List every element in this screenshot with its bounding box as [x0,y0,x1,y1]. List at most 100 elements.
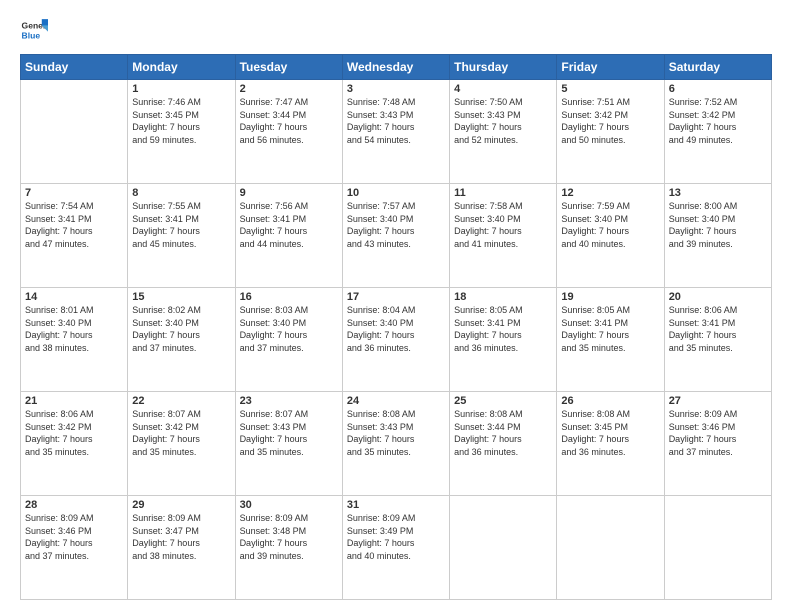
cell-info: Sunrise: 8:09 AMSunset: 3:46 PMDaylight:… [669,408,767,458]
daylight-text2: and 54 minutes. [347,135,411,145]
cell-info: Sunrise: 7:57 AMSunset: 3:40 PMDaylight:… [347,200,445,250]
daylight-text2: and 36 minutes. [561,447,625,457]
sunset-text: Sunset: 3:43 PM [454,110,521,120]
sunset-text: Sunset: 3:44 PM [454,422,521,432]
sunset-text: Sunset: 3:40 PM [240,318,307,328]
sunrise-text: Sunrise: 7:55 AM [132,201,201,211]
daylight-text: Daylight: 7 hours [454,226,522,236]
calendar-cell: 9Sunrise: 7:56 AMSunset: 3:41 PMDaylight… [235,184,342,288]
daylight-text2: and 35 minutes. [240,447,304,457]
daylight-text: Daylight: 7 hours [25,538,93,548]
calendar-cell: 28Sunrise: 8:09 AMSunset: 3:46 PMDayligh… [21,496,128,600]
daylight-text: Daylight: 7 hours [561,226,629,236]
cell-info: Sunrise: 8:06 AMSunset: 3:41 PMDaylight:… [669,304,767,354]
sunrise-text: Sunrise: 8:06 AM [669,305,738,315]
cell-info: Sunrise: 7:52 AMSunset: 3:42 PMDaylight:… [669,96,767,146]
sunrise-text: Sunrise: 7:52 AM [669,97,738,107]
calendar-cell: 30Sunrise: 8:09 AMSunset: 3:48 PMDayligh… [235,496,342,600]
daylight-text2: and 35 minutes. [132,447,196,457]
day-number: 25 [454,395,552,407]
day-number: 16 [240,291,338,303]
day-number: 3 [347,83,445,95]
sunrise-text: Sunrise: 8:09 AM [347,513,416,523]
week-row-1: 7Sunrise: 7:54 AMSunset: 3:41 PMDaylight… [21,184,772,288]
sunset-text: Sunset: 3:42 PM [25,422,92,432]
sunrise-text: Sunrise: 8:09 AM [132,513,201,523]
calendar-cell: 12Sunrise: 7:59 AMSunset: 3:40 PMDayligh… [557,184,664,288]
daylight-text2: and 52 minutes. [454,135,518,145]
sunrise-text: Sunrise: 8:02 AM [132,305,201,315]
daylight-text: Daylight: 7 hours [240,122,308,132]
sunrise-text: Sunrise: 7:56 AM [240,201,309,211]
daylight-text2: and 35 minutes. [25,447,89,457]
day-number: 8 [132,187,230,199]
day-number: 18 [454,291,552,303]
daylight-text: Daylight: 7 hours [240,434,308,444]
sunrise-text: Sunrise: 7:59 AM [561,201,630,211]
daylight-text2: and 37 minutes. [132,343,196,353]
cell-info: Sunrise: 8:07 AMSunset: 3:42 PMDaylight:… [132,408,230,458]
day-number: 1 [132,83,230,95]
day-number: 14 [25,291,123,303]
cell-info: Sunrise: 8:09 AMSunset: 3:48 PMDaylight:… [240,512,338,562]
calendar-cell [21,80,128,184]
cell-info: Sunrise: 7:55 AMSunset: 3:41 PMDaylight:… [132,200,230,250]
calendar-cell [664,496,771,600]
calendar-cell: 16Sunrise: 8:03 AMSunset: 3:40 PMDayligh… [235,288,342,392]
daylight-text2: and 35 minutes. [347,447,411,457]
daylight-text2: and 59 minutes. [132,135,196,145]
daylight-text2: and 41 minutes. [454,239,518,249]
header-tuesday: Tuesday [235,55,342,80]
day-number: 23 [240,395,338,407]
calendar-cell [450,496,557,600]
daylight-text: Daylight: 7 hours [669,122,737,132]
week-row-4: 28Sunrise: 8:09 AMSunset: 3:46 PMDayligh… [21,496,772,600]
sunset-text: Sunset: 3:45 PM [561,422,628,432]
cell-info: Sunrise: 7:50 AMSunset: 3:43 PMDaylight:… [454,96,552,146]
calendar-cell: 27Sunrise: 8:09 AMSunset: 3:46 PMDayligh… [664,392,771,496]
sunset-text: Sunset: 3:48 PM [240,526,307,536]
day-number: 30 [240,499,338,511]
calendar-cell: 17Sunrise: 8:04 AMSunset: 3:40 PMDayligh… [342,288,449,392]
sunset-text: Sunset: 3:41 PM [25,214,92,224]
sunrise-text: Sunrise: 7:48 AM [347,97,416,107]
sunset-text: Sunset: 3:41 PM [240,214,307,224]
daylight-text2: and 37 minutes. [25,551,89,561]
header-monday: Monday [128,55,235,80]
sunset-text: Sunset: 3:42 PM [561,110,628,120]
sunset-text: Sunset: 3:41 PM [454,318,521,328]
sunrise-text: Sunrise: 7:51 AM [561,97,630,107]
cell-info: Sunrise: 8:02 AMSunset: 3:40 PMDaylight:… [132,304,230,354]
cell-info: Sunrise: 7:59 AMSunset: 3:40 PMDaylight:… [561,200,659,250]
sunset-text: Sunset: 3:43 PM [347,422,414,432]
daylight-text2: and 45 minutes. [132,239,196,249]
sunset-text: Sunset: 3:40 PM [454,214,521,224]
cell-info: Sunrise: 8:05 AMSunset: 3:41 PMDaylight:… [561,304,659,354]
calendar-cell: 29Sunrise: 8:09 AMSunset: 3:47 PMDayligh… [128,496,235,600]
calendar-cell: 18Sunrise: 8:05 AMSunset: 3:41 PMDayligh… [450,288,557,392]
cell-info: Sunrise: 8:00 AMSunset: 3:40 PMDaylight:… [669,200,767,250]
header-saturday: Saturday [664,55,771,80]
daylight-text: Daylight: 7 hours [347,226,415,236]
day-number: 27 [669,395,767,407]
calendar-cell: 6Sunrise: 7:52 AMSunset: 3:42 PMDaylight… [664,80,771,184]
daylight-text2: and 36 minutes. [454,447,518,457]
sunset-text: Sunset: 3:40 PM [347,214,414,224]
sunrise-text: Sunrise: 8:07 AM [132,409,201,419]
sunrise-text: Sunrise: 8:08 AM [454,409,523,419]
daylight-text: Daylight: 7 hours [132,226,200,236]
cell-info: Sunrise: 8:09 AMSunset: 3:49 PMDaylight:… [347,512,445,562]
sunrise-text: Sunrise: 7:46 AM [132,97,201,107]
calendar-cell: 26Sunrise: 8:08 AMSunset: 3:45 PMDayligh… [557,392,664,496]
daylight-text: Daylight: 7 hours [669,226,737,236]
cell-info: Sunrise: 8:04 AMSunset: 3:40 PMDaylight:… [347,304,445,354]
day-number: 7 [25,187,123,199]
header-sunday: Sunday [21,55,128,80]
calendar-cell: 19Sunrise: 8:05 AMSunset: 3:41 PMDayligh… [557,288,664,392]
daylight-text: Daylight: 7 hours [454,330,522,340]
sunrise-text: Sunrise: 8:09 AM [669,409,738,419]
sunrise-text: Sunrise: 8:08 AM [347,409,416,419]
daylight-text: Daylight: 7 hours [132,434,200,444]
daylight-text2: and 36 minutes. [454,343,518,353]
calendar-cell: 4Sunrise: 7:50 AMSunset: 3:43 PMDaylight… [450,80,557,184]
